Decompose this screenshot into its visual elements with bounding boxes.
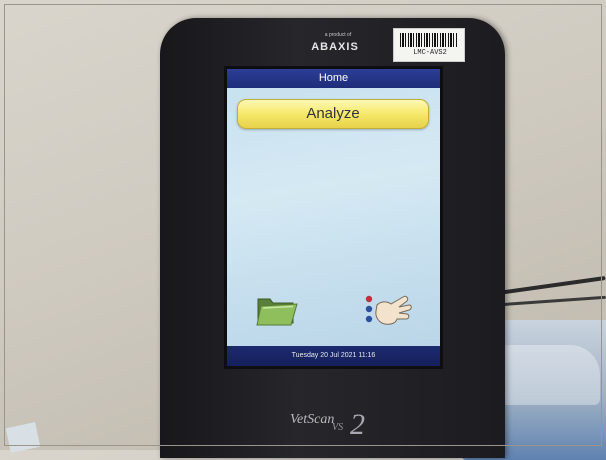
logo-vs: VS	[332, 422, 344, 433]
folder-icon[interactable]	[255, 291, 299, 329]
product-of-text: a product of	[324, 32, 352, 38]
status-datetime: Tuesday 20 Jul 2021 11:16	[227, 346, 440, 366]
sticker-id: LMC-AVS2	[413, 49, 447, 57]
logo-number: 2	[350, 408, 365, 441]
brand-logo: ABAXIS	[311, 41, 359, 53]
menu-hand-icon[interactable]	[363, 291, 415, 329]
logo-text: VetScan	[290, 412, 335, 427]
background-paper	[5, 422, 41, 453]
screen-title: Home	[227, 69, 440, 88]
barcode-sticker: LMC-AVS2	[393, 28, 465, 62]
vetscan-logo: VetScan VS 2	[290, 408, 380, 442]
barcode-icon	[400, 33, 458, 47]
touch-screen: Home Analyze Tuesday 20 Jul 2021 11:16	[224, 66, 443, 369]
analyze-button[interactable]: Analyze	[237, 99, 429, 129]
